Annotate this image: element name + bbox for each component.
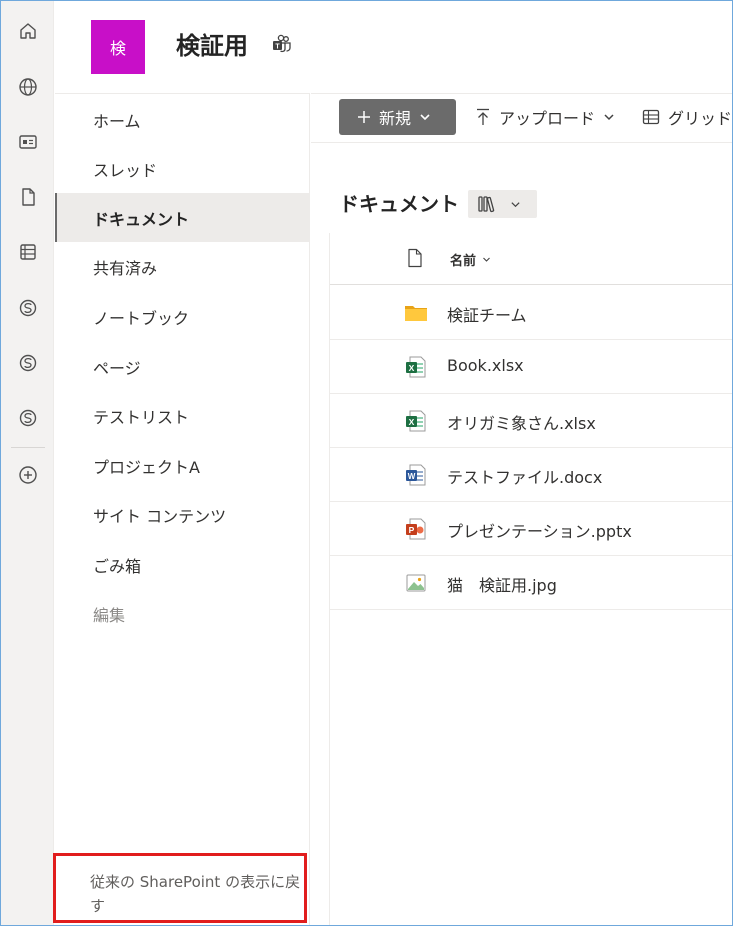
library-view-icon: [478, 196, 495, 213]
list-item[interactable]: X オリガミ象さん.xlsx: [330, 394, 733, 448]
nav-item-label: プロジェクトA: [93, 457, 200, 477]
sharepoint-site-icon[interactable]: [1, 288, 54, 328]
site-title[interactable]: 検証用: [176, 26, 248, 61]
upload-button-label: アップロード: [499, 109, 596, 128]
list-item[interactable]: 猫 検証用.jpg: [330, 556, 733, 610]
nav-item-label: ホーム: [93, 111, 141, 131]
nav-edit-link[interactable]: 編集: [55, 589, 310, 638]
nav-item-label: 共有済み: [93, 258, 158, 278]
list-item[interactable]: P プレゼンテーション.pptx: [330, 502, 733, 556]
nav-item-label: テストリスト: [93, 407, 190, 427]
svg-text:W: W: [408, 472, 416, 481]
file-name[interactable]: プレゼンテーション.pptx: [447, 518, 632, 542]
new-button[interactable]: 新規: [339, 99, 456, 135]
left-navigation: ホーム スレッド ドキュメント 共有済み ノートブック ページ テストリスト プ…: [55, 93, 310, 925]
add-icon[interactable]: [1, 455, 54, 495]
teams-icon[interactable]: T: [271, 33, 293, 55]
folder-icon: [405, 306, 427, 321]
chevron-down-icon: [483, 257, 490, 262]
name-column-label: 名前: [450, 254, 477, 269]
file-type-column-icon[interactable]: [407, 248, 423, 268]
list-item[interactable]: 検証チーム: [330, 286, 733, 340]
upload-icon: [477, 108, 489, 125]
powerpoint-file-icon: P: [406, 518, 426, 540]
nav-item-pages[interactable]: ページ: [55, 342, 310, 391]
nav-item-documents[interactable]: ドキュメント: [55, 193, 310, 242]
file-name[interactable]: Book.xlsx: [447, 356, 524, 375]
word-file-icon: W: [406, 464, 426, 486]
excel-file-icon: X: [406, 410, 426, 432]
list-item[interactable]: X Book.xlsx: [330, 340, 733, 394]
nav-item-project-a[interactable]: プロジェクトA: [55, 441, 310, 490]
return-to-classic-link[interactable]: 従来の SharePoint の表示に戻す: [53, 853, 307, 923]
image-file-icon: [406, 574, 426, 592]
document-list: 名前 検証チーム X Book.xlsx X オリガミ象さん.xlsx W テス…: [329, 233, 733, 925]
excel-file-icon: X: [406, 356, 426, 378]
list-header: 名前: [330, 233, 733, 285]
chevron-down-icon: [604, 114, 614, 121]
file-name[interactable]: 猫 検証用.jpg: [447, 572, 557, 596]
list-item[interactable]: W テストファイル.docx: [330, 448, 733, 502]
appbar-divider: [11, 447, 45, 448]
file-name[interactable]: オリガミ象さん.xlsx: [447, 410, 596, 434]
nav-item-recycle-bin[interactable]: ごみ箱: [55, 540, 310, 589]
svg-text:P: P: [409, 525, 415, 535]
grid-view-button[interactable]: グリッド: [642, 104, 732, 130]
chevron-down-icon: [420, 114, 430, 121]
nav-item-label: ページ: [93, 358, 141, 378]
sharepoint-site-icon[interactable]: [1, 398, 54, 438]
svg-text:T: T: [275, 43, 280, 50]
file-icon[interactable]: [1, 177, 54, 217]
nav-item-label: サイト コンテンツ: [93, 506, 227, 526]
sharepoint-site-icon[interactable]: [1, 343, 54, 383]
nav-item-shared[interactable]: 共有済み: [55, 242, 310, 291]
news-icon[interactable]: [1, 122, 54, 162]
site-logo[interactable]: 検: [91, 20, 145, 74]
name-column-header[interactable]: 名前: [450, 250, 491, 269]
nav-item-label: ドキュメント: [93, 209, 190, 229]
app-bar: [1, 1, 54, 925]
nav-item-home[interactable]: ホーム: [55, 95, 310, 144]
new-button-label: 新規: [379, 109, 412, 128]
nav-item-notebook[interactable]: ノートブック: [55, 292, 310, 341]
home-icon[interactable]: [1, 11, 54, 51]
list-icon[interactable]: [1, 232, 54, 272]
svg-text:X: X: [409, 363, 415, 373]
view-switcher-button[interactable]: [468, 190, 537, 218]
nav-item-site-contents[interactable]: サイト コンテンツ: [55, 490, 310, 539]
grid-icon: [642, 109, 660, 125]
chevron-down-icon: [511, 201, 520, 207]
plus-icon: [358, 111, 370, 123]
nav-item-label: 編集: [93, 605, 126, 625]
nav-item-test-list[interactable]: テストリスト: [55, 391, 310, 440]
library-title: ドキュメント: [339, 192, 459, 216]
file-name[interactable]: 検証チーム: [447, 302, 527, 326]
nav-item-label: スレッド: [93, 160, 158, 180]
svg-text:X: X: [409, 417, 415, 427]
nav-item-threads[interactable]: スレッド: [55, 144, 310, 193]
nav-item-label: ノートブック: [93, 308, 190, 328]
globe-icon[interactable]: [1, 67, 54, 107]
upload-button[interactable]: アップロード: [475, 104, 615, 130]
grid-view-label: グリッド: [668, 109, 733, 128]
file-name[interactable]: テストファイル.docx: [447, 464, 602, 488]
site-logo-letter: 検: [109, 39, 126, 58]
nav-item-label: ごみ箱: [93, 556, 142, 576]
